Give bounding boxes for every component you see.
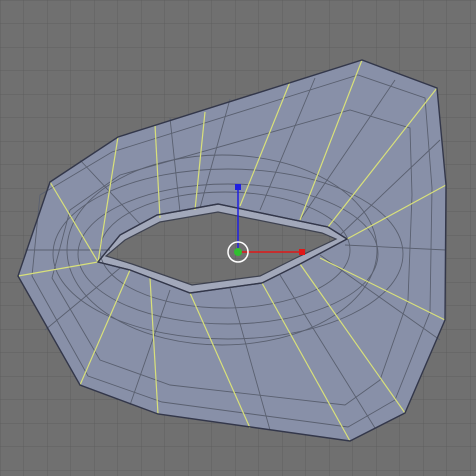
square-handle-icon[interactable] [299, 249, 305, 255]
square-handle-icon[interactable] [235, 184, 241, 190]
3d-viewport[interactable] [0, 0, 476, 476]
viewport-canvas[interactable] [0, 0, 476, 476]
origin-point-icon[interactable] [234, 248, 242, 256]
